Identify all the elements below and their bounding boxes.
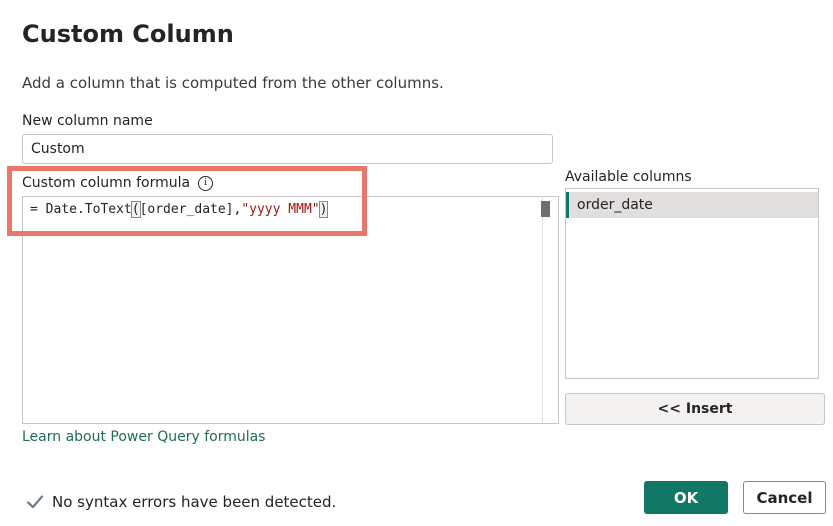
- new-column-name-label: New column name: [22, 113, 153, 129]
- info-icon[interactable]: i: [198, 175, 214, 191]
- editor-scroll-thumb[interactable]: [541, 201, 550, 217]
- formula-open-paren: (: [130, 201, 141, 218]
- ok-button[interactable]: OK: [644, 481, 728, 514]
- formula-prefix: = Date.ToText: [30, 202, 132, 217]
- list-item-order-date[interactable]: order_date: [566, 192, 818, 218]
- dialog-description: Add a column that is computed from the o…: [22, 74, 444, 92]
- cancel-button[interactable]: Cancel: [743, 481, 826, 514]
- formula-close-paren: ): [318, 201, 329, 218]
- formula-label-row: Custom column formula i: [22, 175, 214, 191]
- formula-label: Custom column formula: [22, 175, 191, 191]
- formula-column-ref: [order_date],: [139, 202, 242, 217]
- syntax-status: No syntax errors have been detected.: [26, 493, 336, 511]
- formula-editor[interactable]: = Date.ToText([order_date],"yyyy MMM"): [22, 196, 559, 424]
- formula-line: = Date.ToText([order_date],"yyyy MMM"): [30, 201, 329, 218]
- dialog-title: Custom Column: [22, 20, 234, 48]
- formula-string-literal: "yyyy MMM": [241, 202, 320, 217]
- editor-scroll-track: [542, 197, 543, 423]
- learn-formulas-link[interactable]: Learn about Power Query formulas: [22, 429, 265, 445]
- custom-column-dialog: Custom Column Add a column that is compu…: [0, 0, 833, 526]
- syntax-status-text: No syntax errors have been detected.: [52, 493, 337, 511]
- checkmark-icon: [26, 493, 44, 511]
- available-columns-list[interactable]: order_date: [565, 188, 819, 379]
- available-columns-label: Available columns: [565, 169, 692, 185]
- insert-button[interactable]: << Insert: [565, 393, 825, 425]
- new-column-name-input[interactable]: [22, 134, 553, 164]
